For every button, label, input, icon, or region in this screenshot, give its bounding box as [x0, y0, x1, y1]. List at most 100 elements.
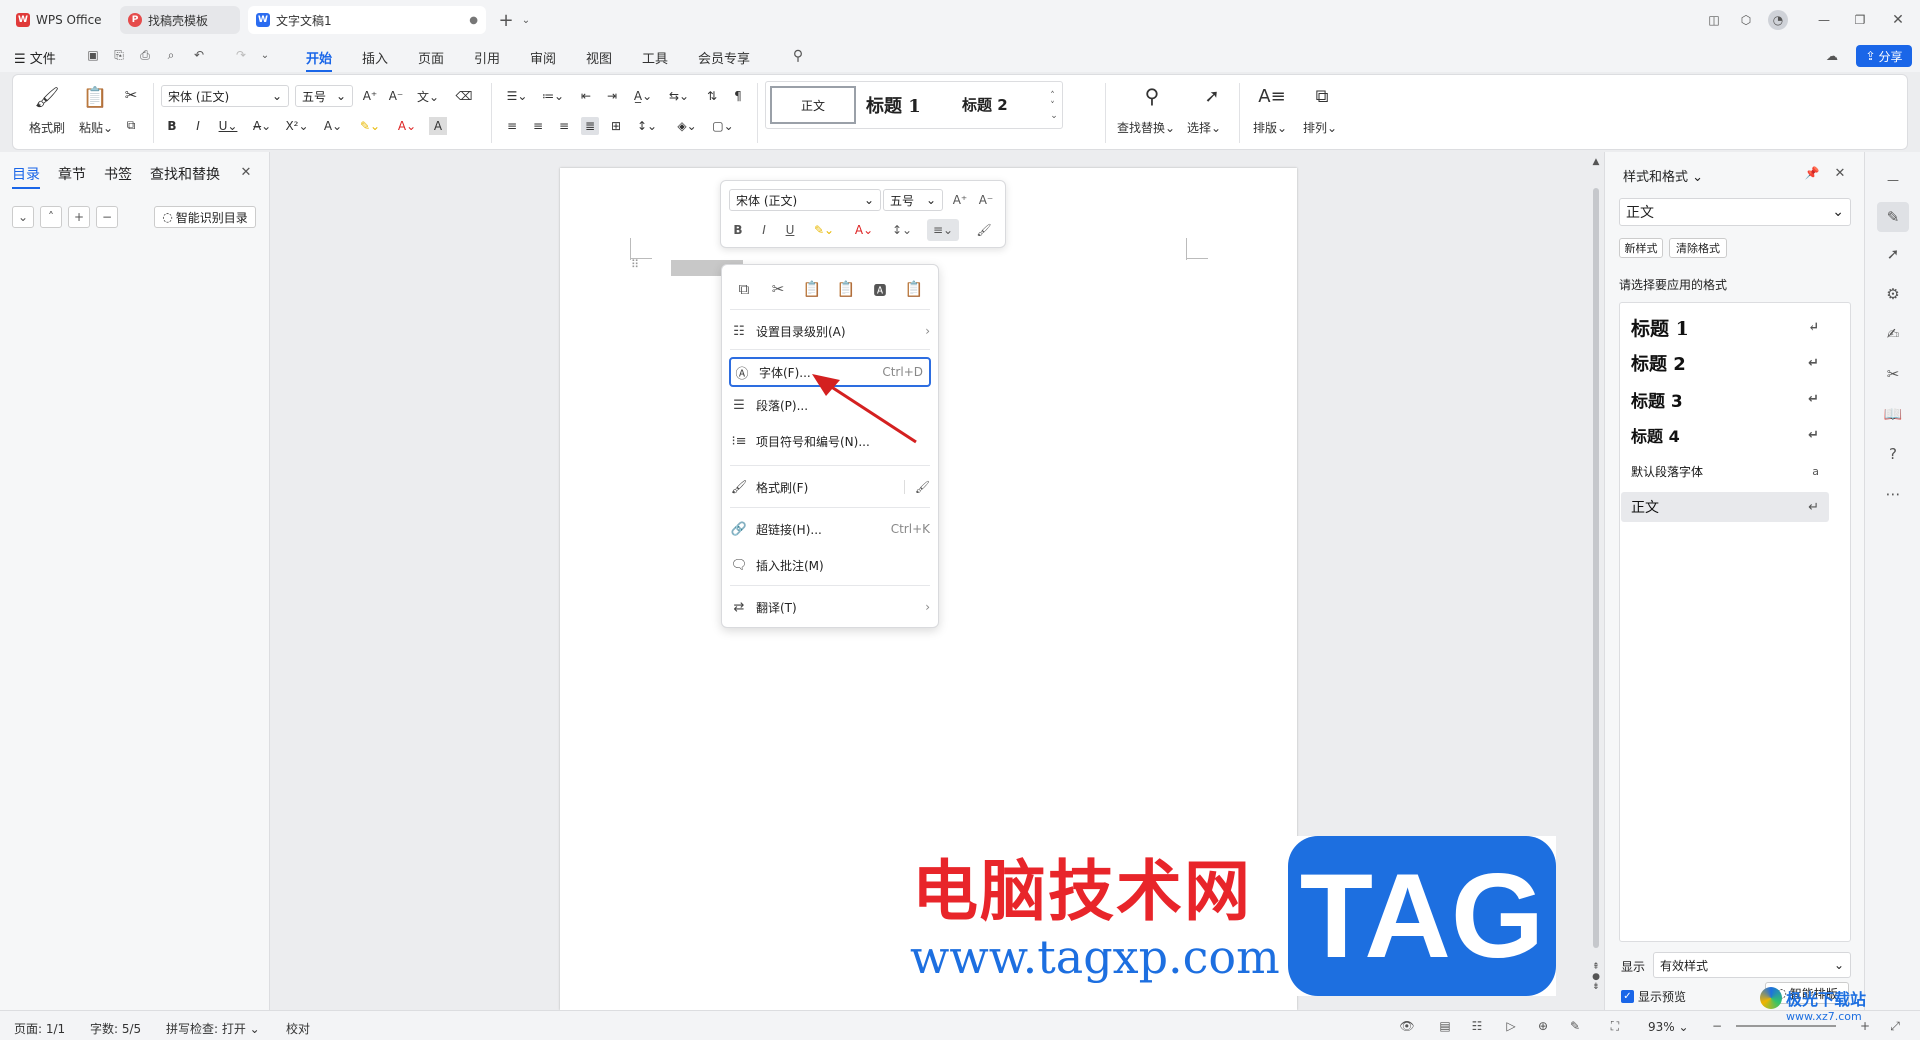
grow-font-icon[interactable]: A⁺ [951, 191, 969, 209]
format-painter-lock-icon[interactable]: 🖌 [903, 480, 930, 494]
borders-icon[interactable]: ▢⌄ [709, 117, 737, 135]
styles-scroll-icon[interactable]: ˄ ˅ ⌄ [1048, 84, 1060, 128]
tab-member[interactable]: 会员专享 [698, 48, 750, 67]
style-normal[interactable]: 正文 [770, 86, 856, 124]
pen-icon[interactable]: ✎ [1566, 1017, 1584, 1035]
scrollbar-thumb[interactable] [1593, 188, 1599, 948]
proofread[interactable]: 校对 [286, 1020, 310, 1037]
adjust-icon[interactable]: ⚙ [1883, 284, 1903, 304]
tab-wps-home[interactable]: W WPS Office [8, 6, 112, 34]
shrink-font-icon[interactable]: A⁻ [977, 191, 995, 209]
redo-icon[interactable]: ↷ [232, 46, 250, 64]
phonetic-guide-icon[interactable]: 文⌄ [415, 87, 441, 105]
search-icon[interactable]: ⚲ [788, 46, 808, 66]
style-item-heading-1[interactable]: 标题 1 ↵ [1621, 312, 1829, 342]
page-nav-icon[interactable]: ⇞ ● ⇟ [1588, 952, 1604, 1002]
line-spacing-icon[interactable]: ↕⌄ [633, 117, 661, 135]
cloud-icon[interactable]: ☁ [1822, 46, 1842, 66]
clear-format-button[interactable]: 清除格式 [1669, 238, 1727, 258]
add-level-icon[interactable]: + [68, 206, 90, 228]
align-justify-icon[interactable]: ≣ [581, 117, 599, 135]
expand-down-icon[interactable]: ⌄ [12, 206, 34, 228]
chevron-down-icon[interactable]: ⌄ [518, 10, 534, 30]
bold-icon[interactable]: B [163, 117, 181, 135]
print-preview-icon[interactable]: ⌕ [162, 46, 180, 64]
share-link-icon[interactable]: ⎘ [110, 46, 128, 64]
mini-font-name-select[interactable]: 宋体 (正文) ⌄ [729, 189, 881, 211]
tab-tools[interactable]: 工具 [642, 48, 668, 67]
style-item-default-font[interactable]: 默认段落字体 a [1621, 456, 1829, 486]
menu-item-format-painter[interactable]: 🖌 格式刷(F) 🖌 [730, 473, 930, 501]
decrease-indent-icon[interactable]: ⇤ [577, 87, 595, 105]
scroll-up-icon[interactable]: ▲ [1588, 156, 1604, 168]
tools-icon[interactable]: ✂ [1883, 364, 1903, 384]
align-left-icon[interactable]: ≡ [503, 117, 521, 135]
font-color-icon[interactable]: A⌄ [393, 117, 421, 135]
more-icon[interactable]: ⋯ [1883, 484, 1903, 504]
smart-toc-button[interactable]: ◌ 智能识别目录 [154, 206, 256, 228]
numbered-list-icon[interactable]: ≔⌄ [539, 87, 567, 105]
align-icon[interactable]: ≡⌄ [927, 219, 959, 241]
style-pen-icon[interactable]: ✎ [1877, 202, 1909, 232]
menu-item-hyperlink[interactable]: 🔗 超链接(H)... Ctrl+K [730, 515, 930, 543]
scrollbar[interactable]: ▲ ⇞ ● ⇟ [1588, 152, 1604, 1010]
drag-handle-icon[interactable]: ⠿ [630, 256, 640, 272]
word-count[interactable]: 字数: 5/5 [90, 1020, 141, 1037]
minimize-icon[interactable]: — [1814, 10, 1834, 30]
font-size-select[interactable]: 五号 ⌄ [295, 85, 353, 107]
format-painter-icon[interactable]: 🖌 [33, 83, 61, 111]
collapse-up-icon[interactable]: ˄ [40, 206, 62, 228]
select-cursor-icon[interactable]: ➚ [1199, 83, 1225, 109]
arrange-label[interactable]: 排列⌄ [1303, 119, 1337, 136]
bullet-list-icon[interactable]: ☰⌄ [503, 87, 531, 105]
tab-template[interactable]: P 找稿壳模板 [120, 6, 240, 34]
style-heading-2[interactable]: 标题 2 [962, 94, 1008, 115]
menu-item-translate[interactable]: ⇄ 翻译(T) › [730, 593, 930, 621]
align-center-icon[interactable]: ≡ [529, 117, 547, 135]
grow-font-icon[interactable]: A⁺ [361, 87, 379, 105]
zoom-slider[interactable] [1736, 1025, 1836, 1027]
help-icon[interactable]: ? [1883, 444, 1903, 464]
show-preview-checkbox[interactable]: ✓ 显示预览 [1621, 988, 1686, 1005]
format-painter-label[interactable]: 格式刷 [29, 119, 65, 136]
styles-panel-title[interactable]: 样式和格式 ⌄ [1623, 166, 1703, 185]
style-heading-1[interactable]: 标题 1 [866, 92, 921, 118]
underline-icon[interactable]: U [781, 221, 799, 239]
font-color-icon[interactable]: A⌄ [849, 221, 879, 239]
copy-icon[interactable]: ⧉ [121, 115, 141, 135]
menu-item-set-toc-level[interactable]: ☷ 设置目录级别(A) › [730, 317, 930, 345]
new-style-button[interactable]: 新样式 [1619, 238, 1663, 258]
fullscreen-icon[interactable]: ⤢ [1886, 1017, 1904, 1035]
avatar[interactable]: ◔ [1768, 10, 1788, 30]
find-replace-label[interactable]: 查找替换⌄ [1117, 119, 1175, 136]
sort-icon[interactable]: ⇅ [703, 87, 721, 105]
shrink-font-icon[interactable]: A⁻ [387, 87, 405, 105]
strikethrough-icon[interactable]: A̶⌄ [249, 117, 275, 135]
close-window-icon[interactable]: ✕ [1888, 10, 1908, 30]
show-select[interactable]: 有效样式 ⌄ [1653, 952, 1851, 978]
cube-icon[interactable]: ⬡ [1736, 10, 1756, 30]
bold-icon[interactable]: B [729, 221, 747, 239]
typeset-label[interactable]: 排版⌄ [1253, 119, 1287, 136]
current-style-select[interactable]: 正文 ⌄ [1619, 198, 1851, 226]
clear-format-icon[interactable]: ⌫ [455, 87, 473, 105]
style-item-heading-4[interactable]: 标题 4 ↵ [1621, 420, 1829, 450]
tab-references[interactable]: 引用 [474, 48, 500, 67]
distributed-icon[interactable]: ⊞ [607, 117, 625, 135]
format-painter-icon[interactable]: 🖌 [975, 221, 993, 239]
paste-icon[interactable]: 📋 [802, 279, 822, 299]
style-item-heading-3[interactable]: 标题 3 ↵ [1621, 384, 1829, 414]
menu-item-insert-comment[interactable]: 🗨 插入批注(M) [730, 551, 930, 579]
undo-icon[interactable]: ↶ [190, 46, 208, 64]
share-button[interactable]: ⇪ 分享 [1856, 45, 1912, 67]
fit-page-icon[interactable]: ⛶ [1606, 1017, 1624, 1035]
close-panel-icon[interactable]: ✕ [238, 164, 254, 180]
text-effect-icon[interactable]: A⌄ [319, 117, 347, 135]
tab-insert[interactable]: 插入 [362, 48, 388, 67]
book-icon[interactable]: 📖 [1883, 404, 1903, 424]
remove-level-icon[interactable]: − [96, 206, 118, 228]
nav-tab-bookmarks[interactable]: 书签 [104, 164, 132, 184]
font-name-select[interactable]: 宋体 (正文) ⌄ [161, 85, 289, 107]
text-direction-icon[interactable]: ⇆⌄ [665, 87, 693, 105]
copy-icon[interactable]: ⧉ [734, 279, 754, 299]
